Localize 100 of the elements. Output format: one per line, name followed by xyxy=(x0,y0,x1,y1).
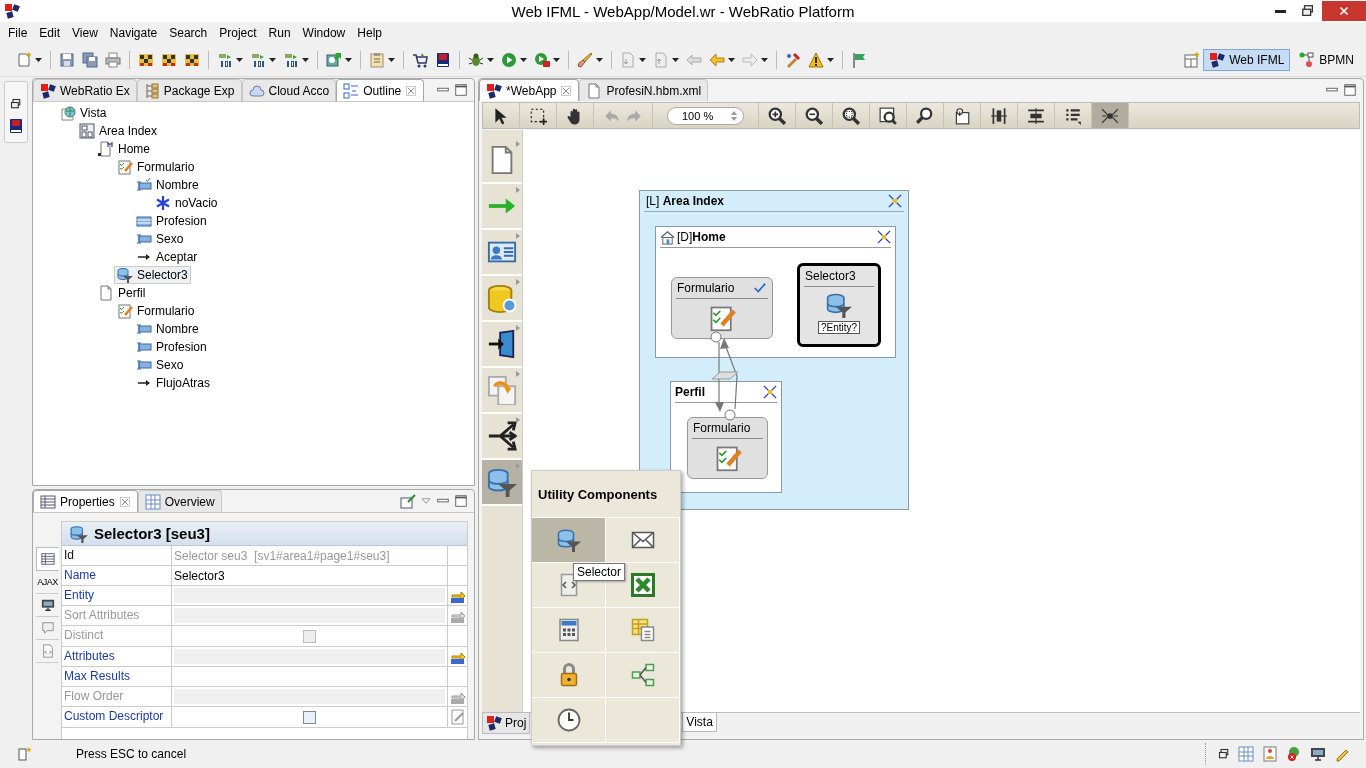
caret-icon[interactable] xyxy=(827,57,834,62)
note-icon[interactable] xyxy=(953,106,972,125)
caret-icon[interactable] xyxy=(639,57,646,62)
tree-item[interactable]: Formulario xyxy=(114,302,198,320)
view-tab[interactable]: Properties xyxy=(33,490,138,512)
pin-icon[interactable] xyxy=(400,493,416,509)
close-icon[interactable] xyxy=(560,84,573,97)
editor-tab[interactable]: ProfesiN.hbm.xml xyxy=(579,79,709,101)
cart-icon[interactable] xyxy=(412,51,428,68)
side-tab[interactable] xyxy=(36,547,59,571)
plugin-icon[interactable] xyxy=(16,746,32,762)
caret-icon[interactable] xyxy=(553,57,560,62)
caret-icon[interactable] xyxy=(388,57,395,62)
side-tab[interactable]: AJAX xyxy=(36,571,59,594)
restore-icon[interactable] xyxy=(1218,748,1230,760)
binary-icon[interactable] xyxy=(250,51,266,68)
caret-icon[interactable] xyxy=(345,57,352,62)
collapse-icon[interactable] xyxy=(763,385,777,399)
view-tab[interactable]: Overview xyxy=(137,490,222,512)
page-box[interactable]: Perfil Formulario xyxy=(670,381,782,493)
maximize-icon[interactable] xyxy=(454,83,468,97)
collapse-icon[interactable] xyxy=(877,230,891,244)
tree-item[interactable]: Selector3 xyxy=(114,266,191,284)
tree-item[interactable]: Home xyxy=(95,140,153,158)
close-icon[interactable] xyxy=(405,84,418,97)
menu-item[interactable]: Run xyxy=(262,25,297,40)
tree-item[interactable]: Profesion xyxy=(133,212,210,230)
caret-icon[interactable] xyxy=(269,57,276,62)
flow-arrow[interactable] xyxy=(720,338,738,410)
zoom-in-icon[interactable] xyxy=(768,106,787,125)
tree-item[interactable]: Aceptar xyxy=(133,248,201,266)
run-stop-icon[interactable] xyxy=(534,51,550,68)
zoom-field[interactable]: 100 % xyxy=(667,106,745,125)
component-box[interactable]: Selector3 ?Entity? xyxy=(797,263,881,347)
checker-icon[interactable] xyxy=(184,51,200,68)
menu-item[interactable]: Window xyxy=(296,25,352,40)
zoom-page-icon[interactable] xyxy=(879,106,898,125)
caret-icon[interactable] xyxy=(761,57,768,62)
tree-item[interactable]: Perfil xyxy=(95,284,149,302)
menu-item[interactable]: Navigate xyxy=(103,25,164,40)
binary-icon[interactable] xyxy=(283,51,299,68)
caret-icon[interactable] xyxy=(487,57,494,62)
component-box[interactable]: Formulario xyxy=(671,277,773,339)
value-field[interactable]: Selector3 xyxy=(174,566,445,585)
restore-icon[interactable] xyxy=(10,98,22,110)
tree-item[interactable]: Nombre xyxy=(133,176,202,194)
component-box[interactable]: Formulario xyxy=(687,417,768,479)
collapse-icon[interactable] xyxy=(888,194,902,208)
flag-icon[interactable] xyxy=(851,51,867,68)
binary-icon[interactable] xyxy=(217,51,233,68)
distribute-icon[interactable] xyxy=(1027,106,1046,125)
view-tab[interactable]: WebRatio Ex xyxy=(33,79,137,101)
save-all-icon[interactable] xyxy=(82,51,98,68)
checkbox[interactable] xyxy=(303,710,316,724)
caret-icon[interactable] xyxy=(236,57,243,62)
checker-icon[interactable] xyxy=(161,51,177,68)
search-icon[interactable] xyxy=(916,106,935,125)
book-icon[interactable] xyxy=(435,51,451,68)
page-tab[interactable]: Vista xyxy=(682,713,717,732)
warning-icon[interactable] xyxy=(808,51,824,68)
view-tab[interactable]: Cloud Acco xyxy=(241,79,337,101)
perspective-button[interactable]: Web IFML xyxy=(1203,48,1291,71)
tree-item[interactable]: Sexo xyxy=(133,230,187,248)
caret-icon[interactable] xyxy=(728,57,735,62)
palette-item[interactable] xyxy=(606,518,680,563)
print-icon[interactable] xyxy=(105,51,121,68)
page-tab[interactable]: Proj xyxy=(482,713,531,734)
tree-item[interactable]: Vista xyxy=(57,104,110,122)
bug-icon[interactable] xyxy=(468,51,484,68)
maximize-icon[interactable] xyxy=(454,494,468,508)
run-icon[interactable] xyxy=(501,51,517,68)
tree-item[interactable]: noVacio xyxy=(152,194,221,212)
person-document-icon[interactable] xyxy=(1262,746,1278,762)
save-icon[interactable] xyxy=(59,51,75,68)
distribute-icon[interactable] xyxy=(990,106,1009,125)
checker-icon[interactable] xyxy=(138,51,154,68)
menu-item[interactable]: Edit xyxy=(33,25,67,40)
book-icon[interactable] xyxy=(8,118,24,134)
editor-tab[interactable]: *WebApp xyxy=(479,79,580,101)
caret-icon[interactable] xyxy=(302,57,309,62)
maximize-icon[interactable] xyxy=(1343,83,1357,97)
zoom-out-icon[interactable] xyxy=(805,106,824,125)
edit-icon[interactable] xyxy=(449,709,466,725)
brush-icon[interactable] xyxy=(577,51,593,68)
view-tab[interactable]: Outline xyxy=(336,79,425,101)
tree-item[interactable]: Formulario xyxy=(114,158,198,176)
palette-item[interactable] xyxy=(482,460,522,506)
menu-item[interactable]: Project xyxy=(213,25,263,40)
caret-icon[interactable] xyxy=(35,57,42,62)
marquee-icon[interactable] xyxy=(529,106,547,125)
menu-item[interactable]: View xyxy=(66,25,104,40)
new-layout-icon[interactable] xyxy=(1184,51,1201,68)
menu-item[interactable]: Search xyxy=(163,25,214,40)
export-icon[interactable] xyxy=(326,51,342,68)
view-tab[interactable]: Package Exp xyxy=(136,79,242,101)
menu-item[interactable]: Help xyxy=(351,25,388,40)
close-icon[interactable] xyxy=(118,495,131,508)
zoom-fit-icon[interactable] xyxy=(842,106,861,125)
clipboard-icon[interactable] xyxy=(369,51,385,68)
caret-icon[interactable] xyxy=(596,57,603,62)
